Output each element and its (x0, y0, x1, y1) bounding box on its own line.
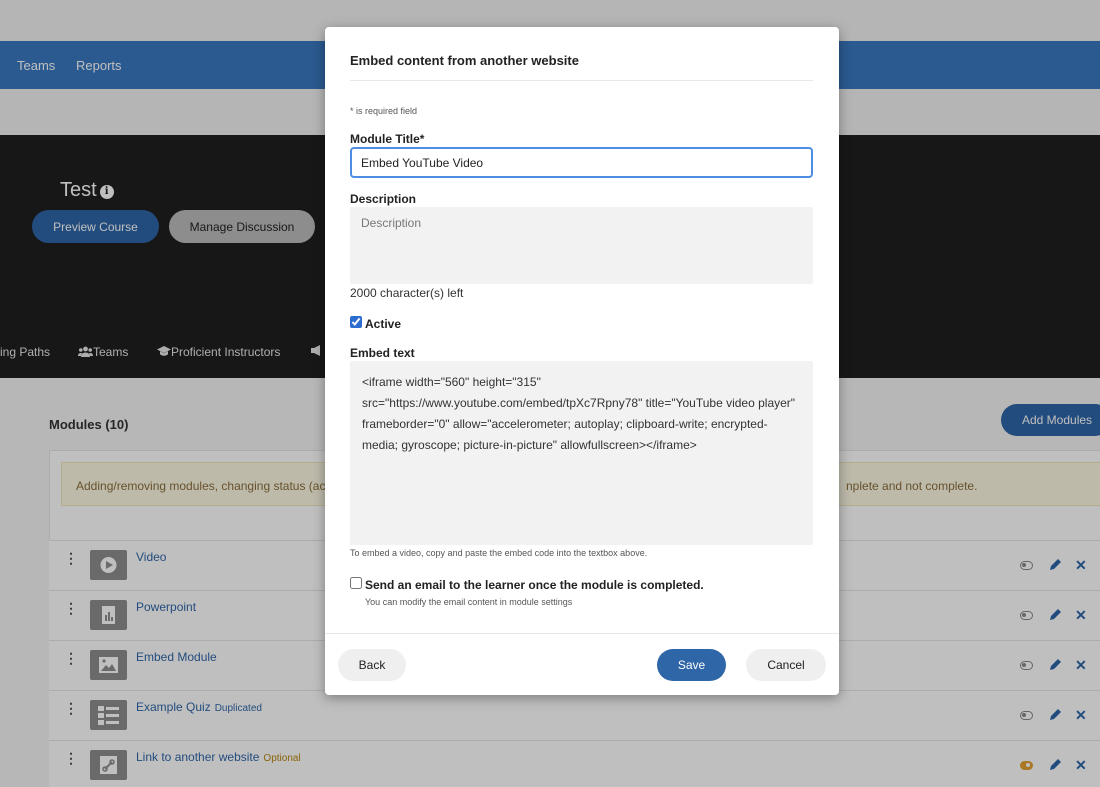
footer-divider (325, 633, 839, 634)
description-label: Description (350, 192, 417, 206)
cancel-button[interactable]: Cancel (746, 649, 826, 681)
send-email-checkbox[interactable] (350, 577, 362, 589)
active-checkbox[interactable] (350, 316, 362, 328)
embed-hint: To embed a video, copy and paste the emb… (350, 548, 648, 558)
module-title-label: Module Title* (350, 132, 425, 146)
active-label[interactable]: Active (365, 317, 401, 331)
embed-text-label: Embed text (350, 346, 415, 360)
send-email-subtext: You can modify the email content in modu… (365, 597, 573, 607)
back-button[interactable]: Back (338, 649, 406, 681)
description-input[interactable] (350, 207, 813, 284)
modal-title: Embed content from another website (350, 53, 579, 68)
embed-text-input[interactable] (350, 361, 813, 545)
required-note: * is required field (350, 106, 418, 116)
module-title-input[interactable] (350, 147, 813, 178)
char-count: 2000 character(s) left (350, 286, 464, 300)
save-button[interactable]: Save (657, 649, 726, 681)
send-email-label[interactable]: Send an email to the learner once the mo… (365, 578, 704, 592)
divider (350, 80, 813, 81)
embed-modal: Embed content from another website * is … (325, 27, 839, 695)
